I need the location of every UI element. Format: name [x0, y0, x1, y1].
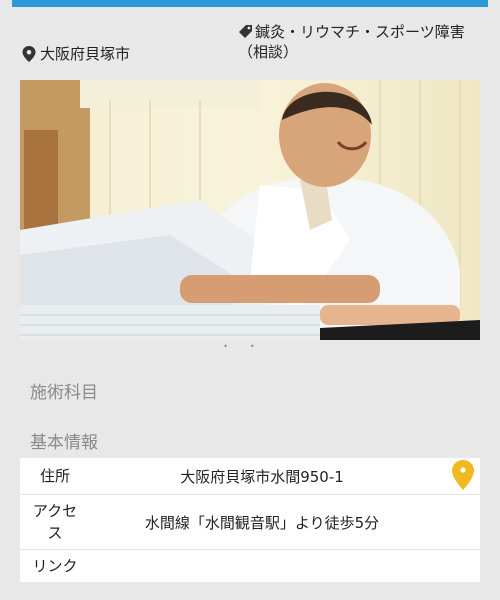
map-pin-icon [22, 46, 36, 62]
basic-info-title: 基本情報 [30, 433, 98, 453]
treatments-title: 施術科目 [30, 383, 98, 403]
carousel-dots[interactable]: •• [0, 342, 500, 351]
tag-icon [239, 25, 252, 38]
address-value: 大阪府貝塚市水間950-1 [180, 467, 344, 486]
basic-info-table: 住所 大阪府貝塚市水間950-1 アクセス 水間線「水間観音駅」より徒歩5分 リ… [20, 458, 480, 582]
clinic-photo [20, 80, 480, 340]
clinic-photo-image [20, 80, 480, 340]
meta-row: 大阪府貝塚市 鍼灸・リウマチ・スポーツ障害（相談） [22, 18, 480, 76]
address-row: 住所 大阪府貝塚市水間950-1 [20, 458, 480, 495]
access-row: アクセス 水間線「水間観音駅」より徒歩5分 [20, 495, 480, 550]
location: 大阪府貝塚市 [22, 44, 130, 64]
access-value: 水間線「水間観音駅」より徒歩5分 [144, 513, 380, 532]
top-accent-bar [12, 0, 488, 7]
location-text: 大阪府貝塚市 [40, 45, 131, 63]
address-label: 住所 [39, 467, 70, 485]
link-label: リンク [32, 557, 78, 575]
access-label: アクセス [32, 502, 78, 542]
link-row: リンク [20, 550, 480, 582]
specialty-tag: 鍼灸・リウマチ・スポーツ障害（相談） [238, 22, 478, 62]
specialty-tag-text: 鍼灸・リウマチ・スポーツ障害（相談） [238, 23, 465, 61]
map-marker-icon[interactable] [452, 460, 474, 490]
